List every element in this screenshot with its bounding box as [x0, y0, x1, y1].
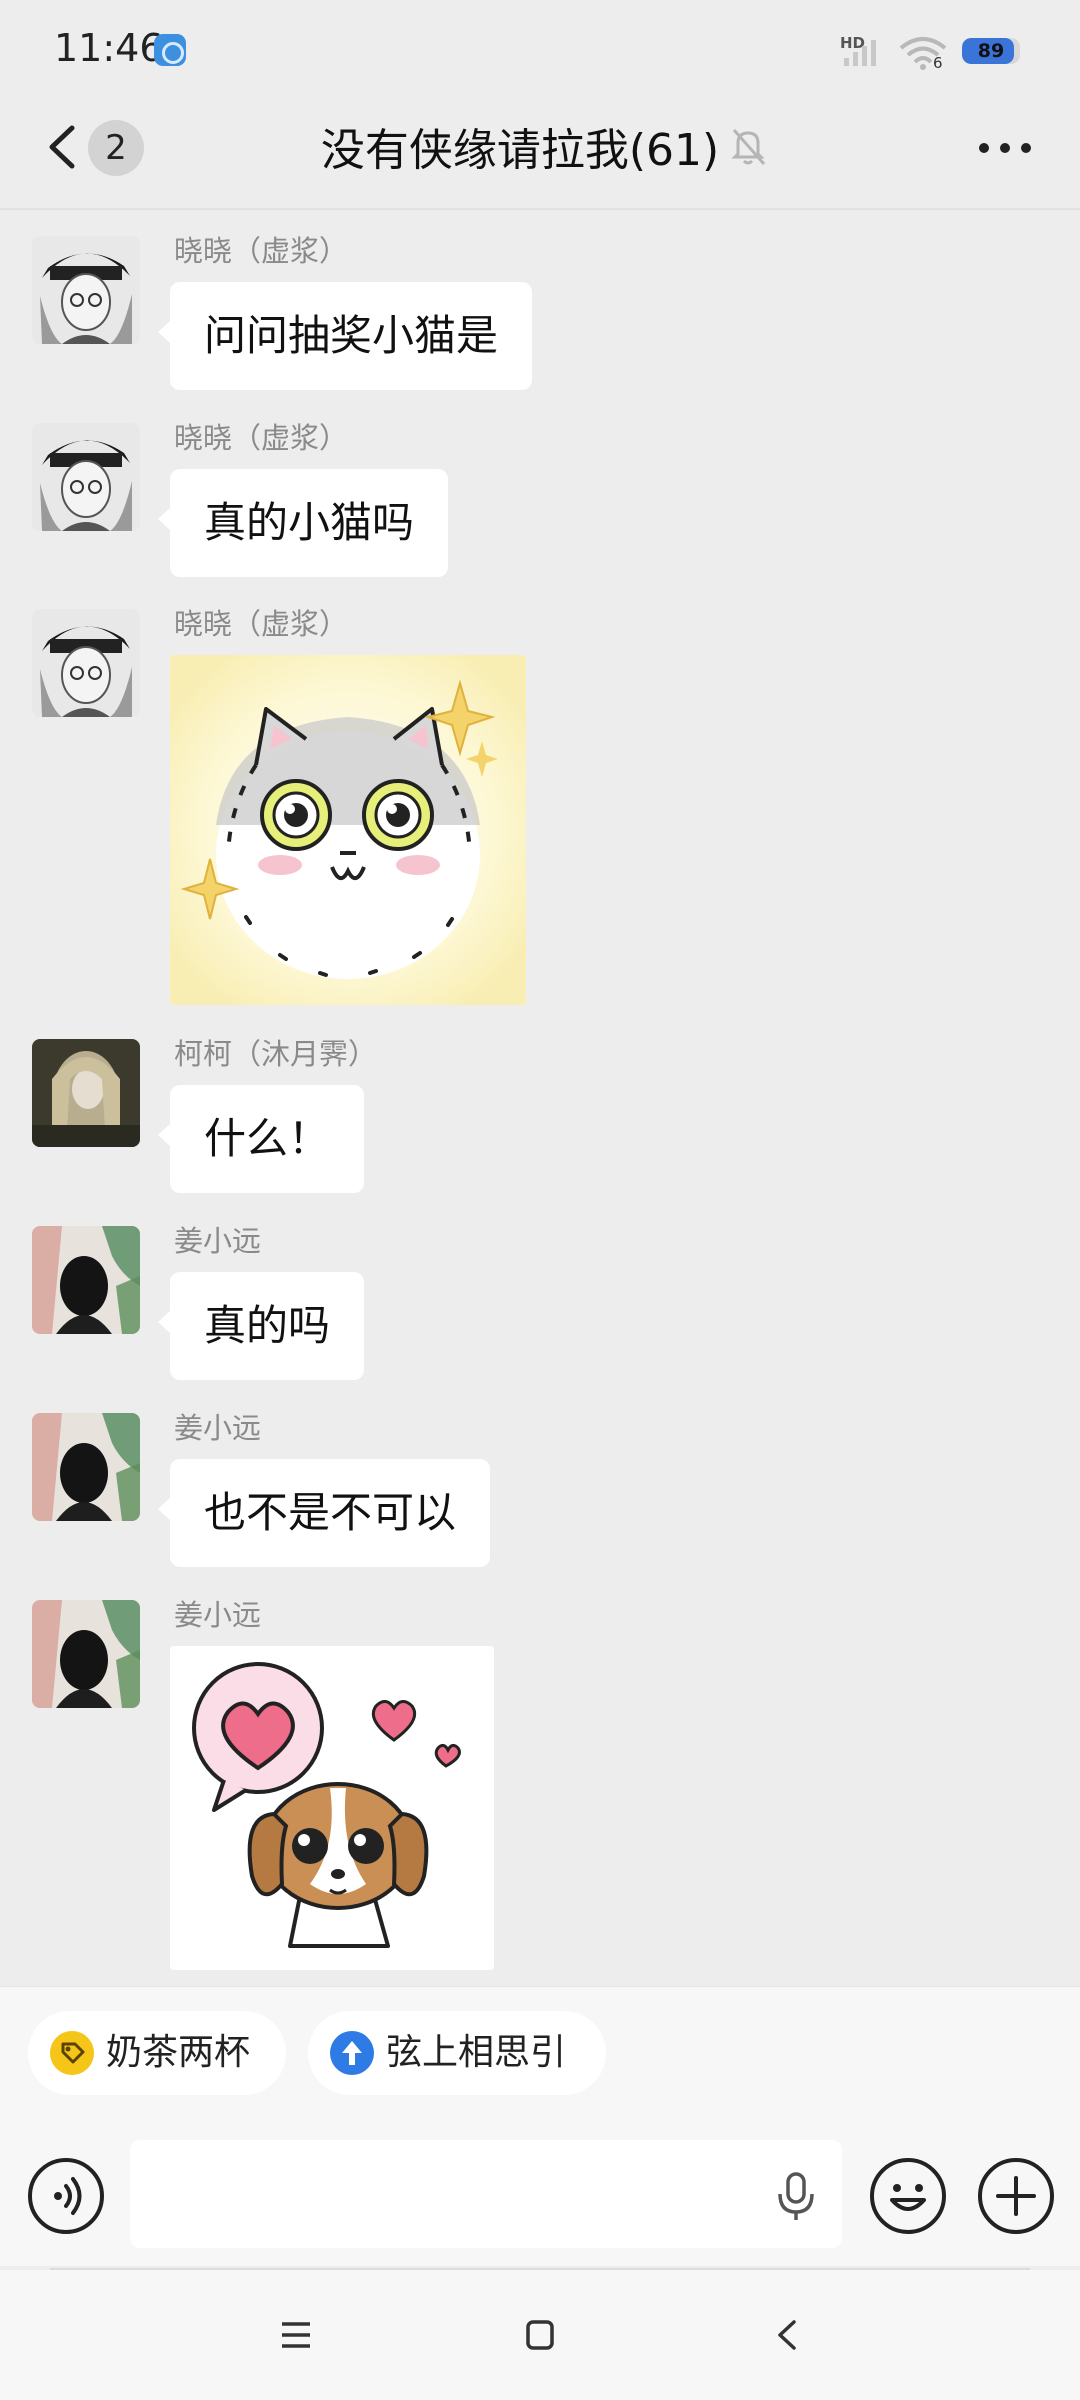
dark-figure-avatar-icon: [32, 1413, 140, 1521]
app-notification-icon: [154, 34, 186, 66]
sender-name: 晓晓（虚浆）: [174, 607, 349, 641]
signal-icon: [844, 40, 876, 66]
heart-puppy-sticker[interactable]: [170, 1646, 494, 1970]
emoji-button[interactable]: [870, 2158, 946, 2234]
sender-name: 晓晓（虚浆）: [174, 421, 349, 455]
status-time: 11:46: [54, 26, 164, 70]
smiley-icon: [890, 2184, 926, 2211]
sender-name: 姜小远: [174, 1598, 262, 1632]
plus-icon: [996, 2176, 1036, 2216]
avatar[interactable]: [32, 423, 140, 531]
shortcut-chip[interactable]: 奶茶两杯: [28, 2011, 286, 2095]
crying-cat-sticker[interactable]: [170, 655, 526, 1005]
input-bar: [0, 2136, 1080, 2266]
avatar[interactable]: [32, 1413, 140, 1521]
header-divider: [0, 208, 1080, 210]
heart-puppy-sticker-icon: [170, 1646, 494, 1970]
avatar[interactable]: [32, 1600, 140, 1708]
dark-figure-avatar-icon: [32, 1226, 140, 1334]
shortcut-bar: 奶茶两杯 弦上相思引: [0, 1986, 1080, 2136]
voice-wave-icon: [54, 2177, 82, 2215]
arrow-up-icon: [330, 2031, 374, 2075]
message-bubble[interactable]: 也不是不可以: [157, 1459, 491, 1567]
more-options-icon[interactable]: [970, 120, 1040, 176]
chat-title: 没有侠缘请拉我(61): [320, 125, 720, 176]
dark-figure-avatar-icon: [32, 1600, 140, 1708]
sender-name: 姜小远: [174, 1411, 262, 1445]
girl-photo-avatar-icon: [32, 1039, 140, 1147]
home-icon[interactable]: [510, 2310, 570, 2360]
tag-icon: [50, 2031, 94, 2075]
message-bubble[interactable]: 什么！: [157, 1085, 365, 1193]
sender-name: 晓晓（虚浆）: [174, 234, 349, 268]
anime-girl-avatar-icon: [32, 609, 140, 717]
voice-mode-button[interactable]: [28, 2158, 104, 2234]
sender-name: 姜小远: [174, 1224, 262, 1258]
anime-girl-avatar-icon: [32, 423, 140, 531]
avatar[interactable]: [32, 236, 140, 344]
microphone-icon[interactable]: [768, 2168, 824, 2224]
status-bar: 11:46 HD 6 89: [0, 0, 1080, 100]
message-bubble[interactable]: 真的吗: [157, 1272, 365, 1380]
avatar[interactable]: [32, 609, 140, 717]
sender-name: 柯柯（沐月霁）: [174, 1037, 378, 1071]
chat-header: 2 没有侠缘请拉我(61): [0, 100, 1080, 210]
message-input[interactable]: [130, 2140, 842, 2248]
crying-cat-sticker-icon: [170, 655, 526, 1005]
plus-button[interactable]: [978, 2158, 1054, 2234]
shortcut-label: 奶茶两杯: [106, 2032, 251, 2073]
back-nav-icon[interactable]: [758, 2310, 818, 2360]
system-nav-bar: [0, 2270, 1080, 2400]
menu-icon[interactable]: [266, 2310, 326, 2360]
avatar[interactable]: [32, 1226, 140, 1334]
message-bubble[interactable]: 真的小猫吗: [157, 469, 449, 577]
avatar[interactable]: [32, 1039, 140, 1147]
shortcut-chip[interactable]: 弦上相思引: [308, 2011, 606, 2095]
anime-girl-avatar-icon: [32, 236, 140, 344]
battery-level: 89: [977, 40, 1005, 62]
shortcut-label: 弦上相思引: [386, 2032, 567, 2073]
message-bubble[interactable]: 问问抽奖小猫是: [157, 282, 533, 390]
network-number: 6: [933, 54, 943, 72]
battery-icon: 89: [962, 38, 1020, 64]
mute-bell-icon: [731, 129, 766, 165]
